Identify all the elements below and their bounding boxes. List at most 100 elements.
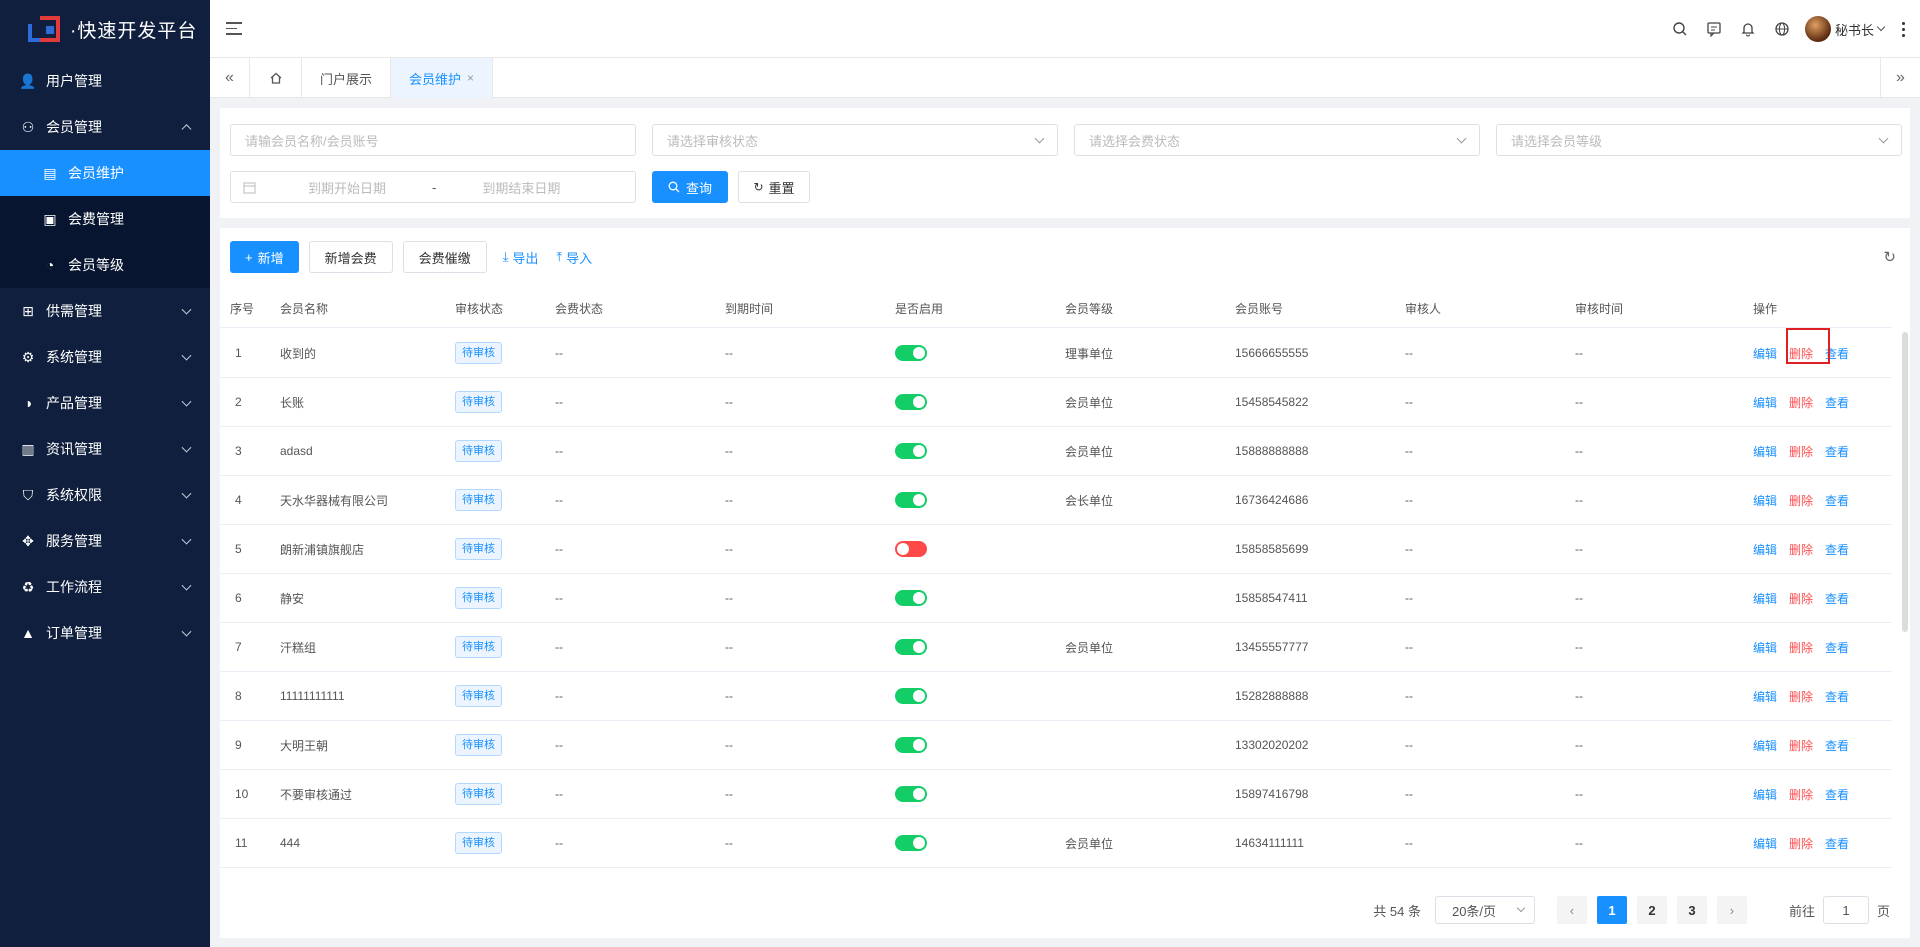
close-icon[interactable]: × xyxy=(467,71,474,85)
member-search-input[interactable]: 请输会员名称/会员账号 xyxy=(230,124,636,156)
tab-home[interactable] xyxy=(250,58,302,98)
page-size-select[interactable]: 20条/页 xyxy=(1434,896,1535,924)
sidebar-item-10[interactable]: ▲ 订单管理 xyxy=(0,610,210,656)
avatar[interactable] xyxy=(1804,16,1831,42)
audit-status-select[interactable]: 请选择审核状态 xyxy=(652,124,1058,156)
sidebar-item-5[interactable]: ◑ 产品管理 xyxy=(0,380,210,426)
import-button[interactable]: ⤒ 导入 xyxy=(550,241,598,273)
sidebar-item-4[interactable]: ⚙ 系统管理 xyxy=(0,334,210,380)
enabled-toggle[interactable] xyxy=(895,541,927,557)
enabled-toggle[interactable] xyxy=(895,639,927,655)
table-scrollbar[interactable] xyxy=(1902,332,1908,632)
fee-status-select[interactable]: 请选择会费状态 xyxy=(1074,124,1480,156)
more-vertical-icon[interactable] xyxy=(1896,20,1910,38)
prev-page-button[interactable]: ‹ xyxy=(1556,896,1587,924)
page-2-button[interactable]: 2 xyxy=(1636,896,1667,924)
tabs-scroll-left-icon[interactable]: « xyxy=(210,58,250,98)
goto-page-input[interactable]: 1 xyxy=(1822,896,1869,924)
tabs-bar: « 门户展示 会员维护 × » xyxy=(210,58,1920,98)
edit-link[interactable]: 编辑 xyxy=(1753,786,1777,803)
expire-date-range[interactable]: 到期开始日期 - 到期结束日期 xyxy=(230,171,636,203)
menu-toggle-icon[interactable] xyxy=(226,22,242,36)
delete-link[interactable]: 删除 xyxy=(1789,443,1813,460)
enabled-toggle[interactable] xyxy=(895,737,927,753)
fee-remind-button[interactable]: 会费催缴 xyxy=(402,241,487,273)
enabled-toggle[interactable] xyxy=(895,345,927,361)
edit-link[interactable]: 编辑 xyxy=(1753,394,1777,411)
view-link[interactable]: 查看 xyxy=(1825,590,1849,607)
edit-link[interactable]: 编辑 xyxy=(1753,639,1777,656)
delete-link[interactable]: 删除 xyxy=(1789,835,1813,852)
tab-member-maintain[interactable]: 会员维护 × xyxy=(391,58,494,98)
edit-link[interactable]: 编辑 xyxy=(1753,541,1777,558)
view-link[interactable]: 查看 xyxy=(1825,639,1849,656)
reset-button[interactable]: ↻ 重置 xyxy=(738,171,810,203)
enabled-toggle[interactable] xyxy=(895,835,927,851)
enabled-toggle[interactable] xyxy=(895,492,927,508)
tabs-scroll-right-icon[interactable]: » xyxy=(1880,58,1920,98)
delete-link[interactable]: 删除 xyxy=(1789,737,1813,754)
sidebar-subitem-3[interactable]: ◔ 会员等级 xyxy=(0,242,210,288)
globe-icon[interactable] xyxy=(1765,12,1799,46)
sidebar-item-3[interactable]: ⊞ 供需管理 xyxy=(0,288,210,334)
tab-portal[interactable]: 门户展示 xyxy=(302,58,392,98)
export-button[interactable]: ⤓ 导出 xyxy=(497,241,545,273)
view-link[interactable]: 查看 xyxy=(1825,737,1849,754)
next-page-button[interactable]: › xyxy=(1716,896,1747,924)
edit-link[interactable]: 编辑 xyxy=(1753,345,1777,362)
delete-link[interactable]: 删除 xyxy=(1789,688,1813,705)
refresh-icon[interactable]: ↻ xyxy=(1883,248,1896,266)
sidebar-item-9[interactable]: ♻ 工作流程 xyxy=(0,564,210,610)
sidebar-subitem-1[interactable]: ▤ 会员维护 xyxy=(0,150,210,196)
sidebar-item-label: 工作流程 xyxy=(46,579,102,595)
username[interactable]: 秘书长 xyxy=(1835,20,1874,39)
search-icon[interactable] xyxy=(1663,12,1697,46)
member-level-select[interactable]: 请选择会员等级 xyxy=(1496,124,1902,156)
delete-link[interactable]: 删除 xyxy=(1789,541,1813,558)
sidebar-item-6[interactable]: ▥ 资讯管理 xyxy=(0,426,210,472)
start-date-placeholder[interactable]: 到期开始日期 xyxy=(308,178,386,197)
delete-link[interactable]: 删除 xyxy=(1789,394,1813,411)
view-link[interactable]: 查看 xyxy=(1825,443,1849,460)
message-icon[interactable] xyxy=(1697,12,1731,46)
edit-link[interactable]: 编辑 xyxy=(1753,737,1777,754)
chevron-down-icon xyxy=(181,442,192,453)
edit-link[interactable]: 编辑 xyxy=(1753,835,1777,852)
enabled-toggle[interactable] xyxy=(895,590,927,606)
page-3-button[interactable]: 3 xyxy=(1676,896,1707,924)
add-fee-button[interactable]: 新增会费 xyxy=(308,241,393,273)
view-link[interactable]: 查看 xyxy=(1825,394,1849,411)
delete-link[interactable]: 删除 xyxy=(1789,590,1813,607)
delete-link[interactable]: 删除 xyxy=(1789,786,1813,803)
delete-link[interactable]: 删除 xyxy=(1789,639,1813,656)
delete-link[interactable]: 删除 xyxy=(1789,345,1813,362)
view-link[interactable]: 查看 xyxy=(1825,345,1849,362)
enabled-toggle[interactable] xyxy=(895,394,927,410)
sidebar-subitem-2[interactable]: ▣ 会费管理 xyxy=(0,196,210,242)
sidebar-item-1[interactable]: 👤 用户管理 xyxy=(0,58,210,104)
sidebar-item-8[interactable]: ✥ 服务管理 xyxy=(0,518,210,564)
edit-link[interactable]: 编辑 xyxy=(1753,688,1777,705)
cell-name: 444 xyxy=(280,836,301,850)
enabled-toggle[interactable] xyxy=(895,443,927,459)
enabled-toggle[interactable] xyxy=(895,688,927,704)
query-button[interactable]: 查询 xyxy=(652,171,728,203)
edit-link[interactable]: 编辑 xyxy=(1753,443,1777,460)
sidebar-item-2[interactable]: ⚇ 会员管理 xyxy=(0,104,210,150)
view-link[interactable]: 查看 xyxy=(1825,541,1849,558)
sidebar-item-7[interactable]: ⛉ 系统权限 xyxy=(0,472,210,518)
edit-link[interactable]: 编辑 xyxy=(1753,492,1777,509)
chevron-down-icon[interactable] xyxy=(1876,22,1886,32)
view-link[interactable]: 查看 xyxy=(1825,492,1849,509)
enabled-toggle[interactable] xyxy=(895,786,927,802)
audit-status-cell: 待审核 xyxy=(455,329,502,377)
delete-link[interactable]: 删除 xyxy=(1789,492,1813,509)
view-link[interactable]: 查看 xyxy=(1825,688,1849,705)
bell-icon[interactable] xyxy=(1731,12,1765,46)
edit-link[interactable]: 编辑 xyxy=(1753,590,1777,607)
view-link[interactable]: 查看 xyxy=(1825,835,1849,852)
view-link[interactable]: 查看 xyxy=(1825,786,1849,803)
page-1-button[interactable]: 1 xyxy=(1596,896,1627,924)
end-date-placeholder[interactable]: 到期结束日期 xyxy=(482,178,560,197)
add-button[interactable]: + 新增 xyxy=(230,241,299,273)
